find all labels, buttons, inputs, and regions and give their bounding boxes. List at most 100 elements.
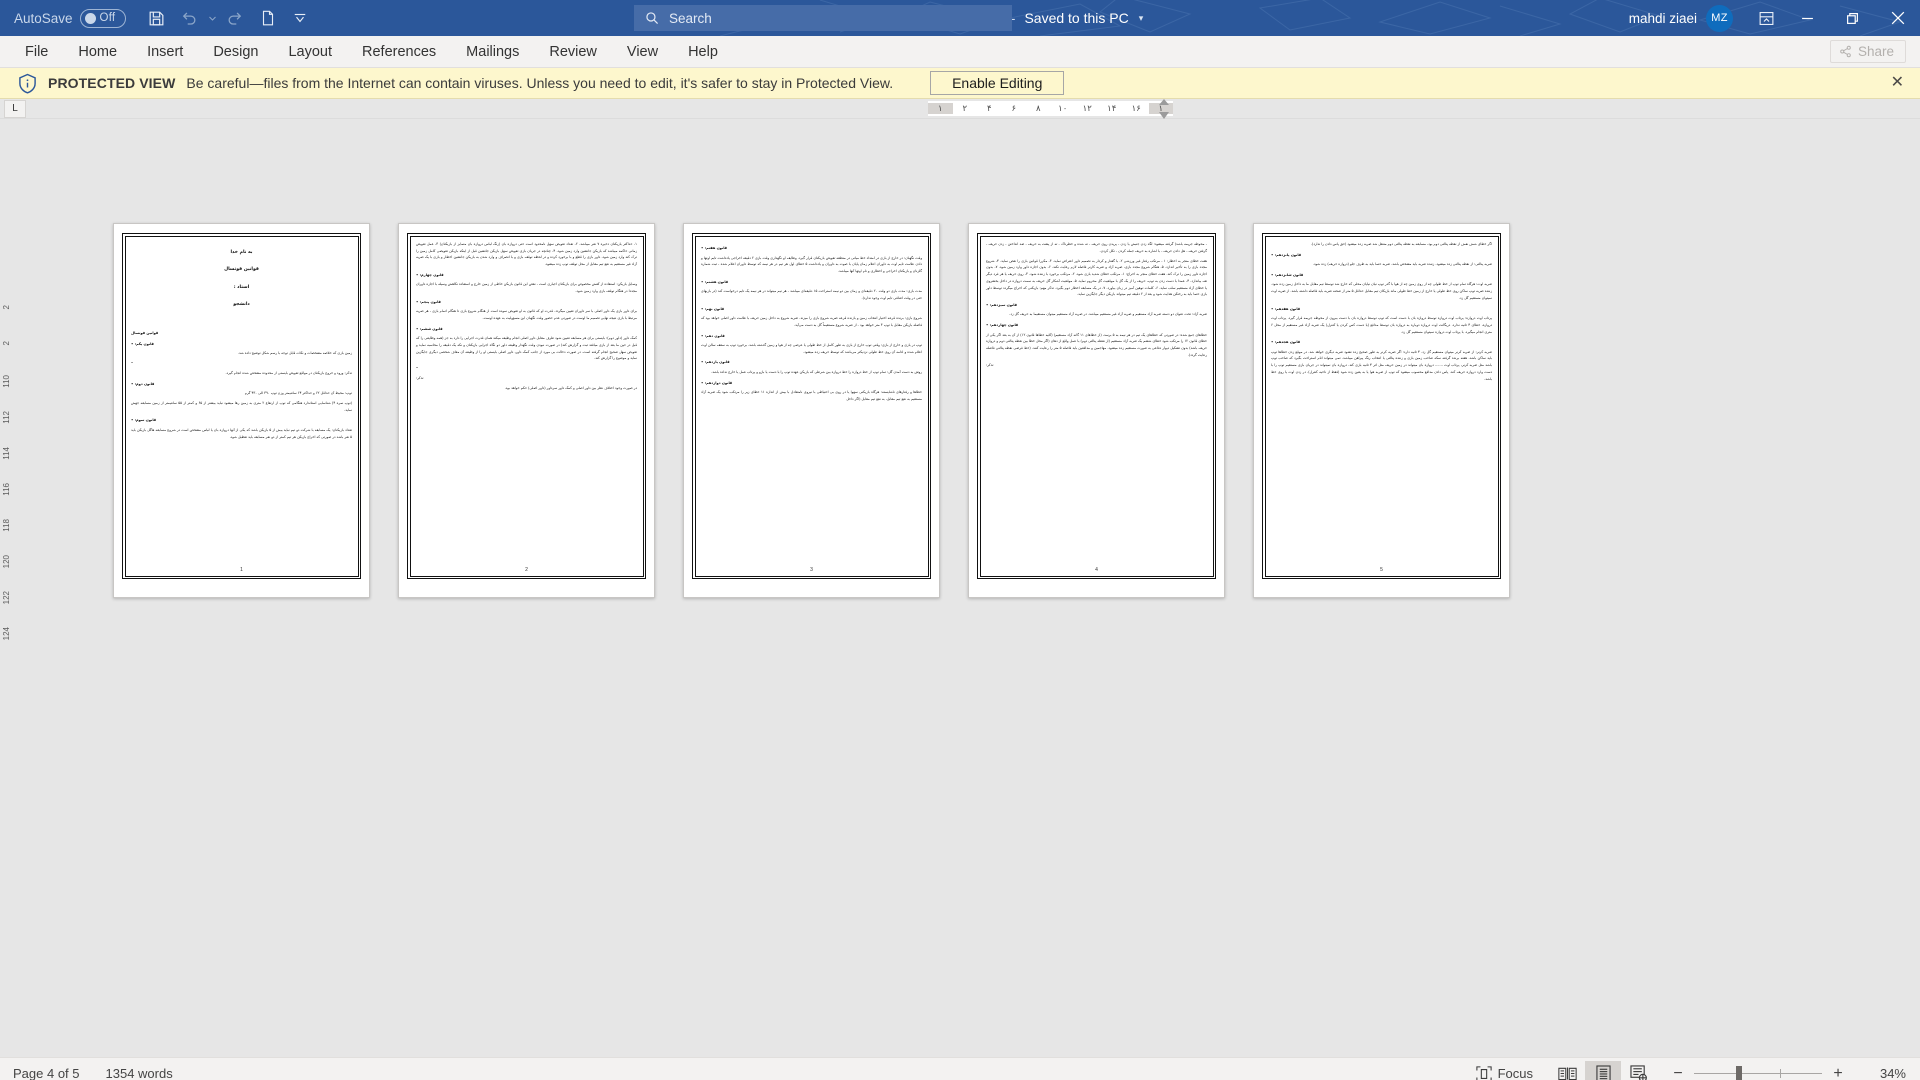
document-workspace[interactable]: 2 2 110 112 114 116 118 120 122 124 به ن… [0, 119, 1920, 1057]
vruler-mark: 2 [2, 341, 11, 346]
enable-editing-button[interactable]: Enable Editing [930, 71, 1065, 95]
save-icon[interactable] [142, 4, 172, 32]
titlebar-right-cluster: mahdi ziaei MZ [1629, 0, 1920, 36]
tab-mailings[interactable]: Mailings [453, 40, 532, 67]
document-page[interactable]: اگر خطای شش نفش از نقطه پنالتی دوم بود، … [1253, 223, 1510, 598]
search-input[interactable]: Search [634, 5, 1012, 31]
vruler-mark: 110 [2, 375, 11, 388]
read-mode-view-button[interactable] [1549, 1061, 1585, 1080]
paragraph: تذکر: ورود و خروج بازیکنان در مواقع تعوی… [225, 370, 352, 375]
ruler-mark: ۱۴ [1107, 103, 1117, 113]
pages-container[interactable]: به نام خدا قوانین فوتسال استاد : دانشجو قوان… [22, 119, 1920, 1057]
paragraph: شروع بازی: برنده قرعه اختیار انتخاب زمین… [701, 316, 922, 327]
paragraph: برای داور بازی یک داور اصلی با سر داوران… [416, 309, 637, 321]
indent-marker-icon[interactable] [1157, 99, 1171, 119]
document-page[interactable]: قانون هفتم: وقت نگهبان: در خارج از بازی د… [683, 223, 940, 598]
document-heading: قوانین فوتسال [224, 267, 259, 273]
undo-icon[interactable] [174, 4, 204, 32]
protected-view-message: Be careful—files from the Internet can c… [186, 75, 894, 91]
rule-heading: قانون دهم: [701, 333, 922, 340]
document-page[interactable]: - محوطه جریمه باشد) گرفته میشود: لگد زدن… [968, 223, 1225, 598]
zoom-percentage[interactable]: 34% [1864, 1066, 1906, 1080]
ruler-mark: ۱۲ [1082, 103, 1092, 113]
share-button[interactable]: Share [1829, 40, 1906, 63]
paragraph: توپ در بازی و خارج از بازی: وقتی توپ خار… [701, 343, 922, 354]
chevron-down-icon[interactable]: ▾ [1139, 13, 1144, 24]
paragraph: ضربه آزاد: تحت عنوان دو دسته ضربه آزاد م… [1009, 312, 1207, 317]
paragraph: وقت نگهبان: در خارج از بازی در امتداد خط… [701, 255, 922, 273]
document-heading: به نام خدا [230, 250, 253, 255]
paragraph: ضربه اوت: هرگاه تمام توپ از خط طولی چه ا… [1271, 282, 1492, 300]
new-document-icon[interactable] [253, 4, 283, 32]
paragraph: - محوطه جریمه باشد) گرفته میشود: لگد زدن… [986, 242, 1207, 253]
note-line: • [416, 366, 419, 371]
autosave-label: AutoSave [14, 10, 73, 26]
note-line: تذکر: [986, 362, 994, 367]
vruler-mark: 120 [2, 555, 11, 569]
tab-help[interactable]: Help [675, 40, 731, 67]
page-content-frame: به نام خدا قوانین فوتسال استاد : دانشجو قوان… [122, 233, 361, 579]
close-button[interactable] [1875, 0, 1920, 36]
focus-label: Focus [1497, 1066, 1533, 1080]
document-page[interactable]: به نام خدا قوانین فوتسال استاد : دانشجو قوان… [113, 223, 370, 598]
avatar[interactable]: MZ [1706, 4, 1733, 32]
note-line: تذکر: [416, 376, 424, 381]
restore-button[interactable] [1830, 0, 1875, 36]
ribbon-display-options-icon[interactable] [1747, 10, 1785, 27]
zoom-control[interactable]: − + 34% [1671, 1065, 1906, 1080]
zoom-slider-midpoint [1780, 1069, 1781, 1078]
paragraph: خطاها و رفتارهای ناشایسته: هرگاه بازیکنی… [701, 390, 922, 401]
autosave-control[interactable]: AutoSave Off [14, 0, 126, 36]
page-number: 2 [525, 567, 528, 573]
horizontal-ruler[interactable]: ۱ ۱۶ ۱۴ ۱۲ ۱۰ ۸ ۶ ۴ ۲ ۱ [928, 101, 1173, 116]
autosave-toggle[interactable]: Off [79, 8, 126, 28]
rule-heading: قانون هفتم: [701, 245, 922, 252]
ruler-bar: L ۱ ۱۶ ۱۴ ۱۲ ۱۰ ۸ ۶ ۴ ۲ ۱ [0, 99, 1920, 119]
word-count[interactable]: 1354 words [106, 1066, 173, 1080]
focus-mode-button[interactable]: Focus [1475, 1065, 1533, 1080]
rule-heading: قانون ششم: [416, 326, 637, 333]
autosave-toggle-knob [84, 12, 96, 24]
page-text-body: ۱- حداکثر بازیکنان ذخیره ۷ نفر میباشد. ۲… [416, 241, 637, 391]
zoom-out-button[interactable]: − [1671, 1065, 1685, 1080]
print-layout-view-button[interactable] [1585, 1060, 1621, 1080]
paragraph: ضربه کرنر: از ضربه کرنر میتوان مستقیم گل… [1271, 349, 1492, 381]
zoom-slider[interactable] [1694, 1066, 1822, 1080]
tab-design[interactable]: Design [200, 40, 271, 67]
paragraph: وسایل بازیکن: استفاده از کفش مخصوص برای … [416, 282, 637, 294]
close-icon[interactable]: ✕ [1891, 75, 1904, 91]
rule-heading: قانون هفدهم: [1271, 306, 1492, 313]
web-layout-view-button[interactable] [1621, 1061, 1657, 1080]
customize-quick-access-icon[interactable] [285, 4, 315, 32]
tab-home[interactable]: Home [65, 40, 130, 67]
tab-insert[interactable]: Insert [134, 40, 196, 67]
tab-review[interactable]: Review [536, 40, 610, 67]
zoom-slider-thumb[interactable] [1736, 1066, 1742, 1080]
note-line: • [131, 361, 134, 366]
chevron-down-icon[interactable] [206, 4, 219, 32]
rule-heading: قانون هجدهم: [1271, 339, 1492, 346]
tab-stop-selector[interactable]: L [4, 99, 26, 118]
document-page[interactable]: ۱- حداکثر بازیکنان ذخیره ۷ نفر میباشد. ۲… [398, 223, 655, 598]
paragraph: کمک داور (داور دوم): بایستی برای هر مساب… [416, 336, 637, 361]
save-location-label[interactable]: Saved to this PC [1024, 10, 1128, 26]
redo-icon[interactable] [221, 4, 251, 32]
autosave-state-label: Off [99, 12, 116, 24]
tab-references[interactable]: References [349, 40, 449, 67]
minimize-button[interactable] [1785, 0, 1830, 36]
tab-view[interactable]: View [614, 40, 671, 67]
tab-file[interactable]: File [12, 40, 61, 67]
tab-layout[interactable]: Layout [275, 40, 345, 67]
paragraph: ضربه پنالتی: از نقطه پنالتی زده میشود. ز… [1312, 262, 1492, 267]
ruler-mark: ۱ [928, 103, 953, 114]
page-indicator[interactable]: Page 4 of 5 [13, 1066, 80, 1080]
vruler-mark: 112 [2, 411, 11, 424]
paragraph: روش به دست آمدن گل: تمام توپ از خط درواز… [711, 369, 922, 374]
account-name[interactable]: mahdi ziaei [1629, 11, 1697, 26]
shield-info-icon [19, 73, 36, 94]
page-content-frame: اگر خطای شش نفش از نقطه پنالتی دوم بود، … [1262, 233, 1501, 579]
share-icon [1840, 45, 1851, 58]
page-number: 4 [1095, 567, 1098, 573]
section-heading: قوانین فوتسال [131, 330, 159, 335]
zoom-in-button[interactable]: + [1831, 1065, 1845, 1080]
